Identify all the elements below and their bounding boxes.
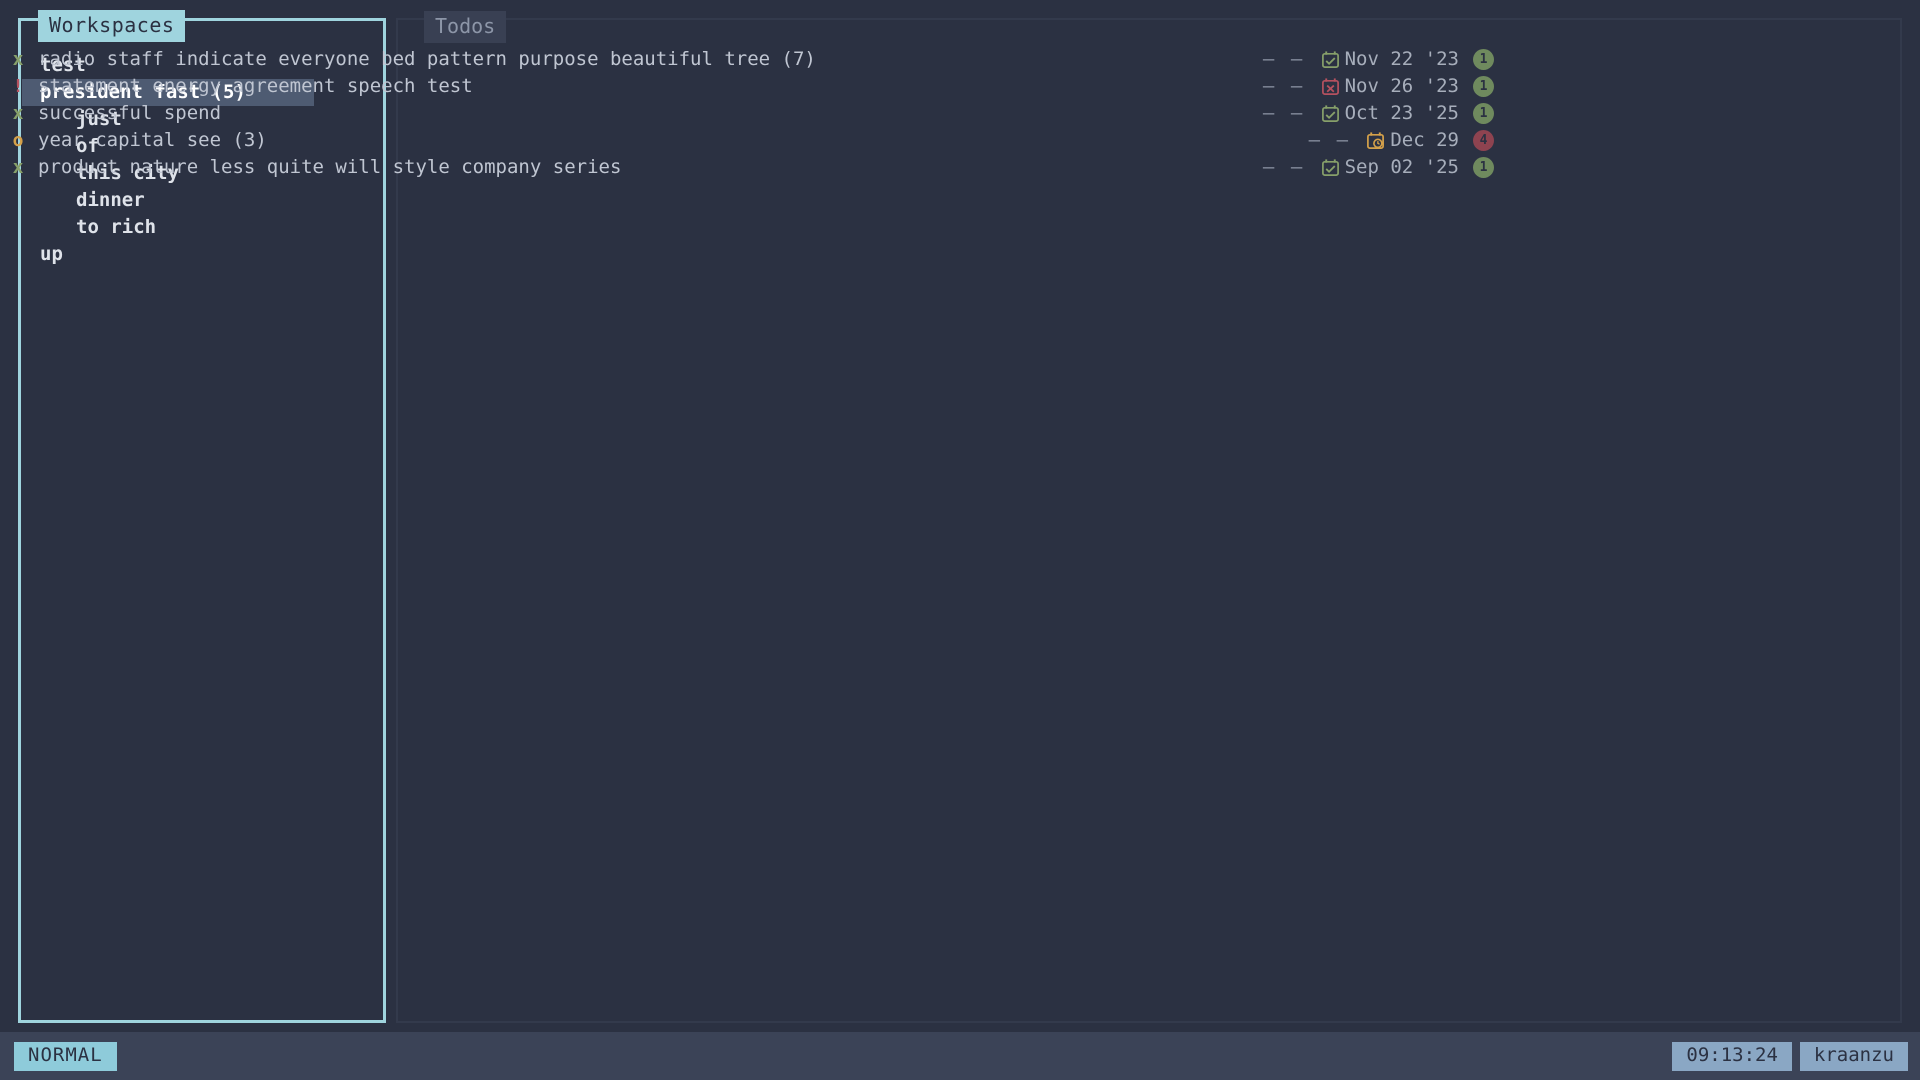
app-root: Workspaces test president fast (5) just of t… [0, 0, 1920, 1080]
todo-due-date[interactable]: Sep 02 '25 [1321, 158, 1459, 177]
todo-urgency[interactable]: – [1255, 77, 1283, 96]
todo-meta: – – Oct 23 '25 1 [1255, 100, 1494, 127]
todo-row[interactable]: ! statement energy agreement speech test –… [0, 73, 1506, 100]
todo-count-badge: 4 [1473, 130, 1494, 151]
todo-tags[interactable]: – [1283, 158, 1311, 177]
todo-meta: – – Nov 22 '23 1 [1255, 46, 1494, 73]
todo-due-date-label: Nov 22 '23 [1344, 48, 1459, 70]
workspace-item-label: up [40, 243, 63, 265]
todo-description[interactable]: product nature less quite will style com… [36, 158, 621, 177]
workspace-item[interactable]: up [22, 241, 350, 268]
todo-row[interactable]: x radio staff indicate everyone bed patte… [0, 46, 1506, 73]
clock-indicator: 09:13:24 [1672, 1042, 1792, 1071]
mode-indicator: NORMAL [14, 1042, 117, 1071]
todo-due-date-label: Nov 26 '23 [1344, 75, 1459, 97]
todo-description[interactable]: radio staff indicate everyone bed patter… [36, 50, 816, 69]
todo-description[interactable]: year capital see (3) [36, 131, 267, 150]
todo-status-marker[interactable]: x [0, 158, 36, 177]
todo-urgency[interactable]: – [1300, 131, 1328, 150]
todo-meta: – – Sep 02 '25 1 [1255, 154, 1494, 181]
todo-row[interactable]: x product nature less quite will style co… [0, 154, 1506, 181]
calendar-x-icon [1321, 78, 1339, 95]
status-bar-right: 09:13:24 kraanzu [1672, 1042, 1908, 1071]
todo-count-badge: 1 [1473, 103, 1494, 124]
todo-due-date-label: Oct 23 '25 [1344, 102, 1459, 124]
todo-tags[interactable]: – [1283, 77, 1311, 96]
todo-description[interactable]: successful spend [36, 104, 221, 123]
todo-meta: – – Nov 26 '23 1 [1255, 73, 1494, 100]
calendar-clock-icon [1367, 132, 1385, 149]
status-bar: NORMAL 09:13:24 kraanzu [0, 1032, 1920, 1080]
todo-due-date[interactable]: Oct 23 '25 [1321, 104, 1459, 123]
workspace-item[interactable]: to rich [22, 214, 350, 241]
todo-status-marker[interactable]: x [0, 50, 36, 69]
calendar-check-icon [1321, 51, 1339, 68]
todo-status-marker[interactable]: o [0, 131, 36, 150]
calendar-check-icon [1321, 105, 1339, 122]
todo-urgency[interactable]: – [1255, 104, 1283, 123]
todo-meta: – – Dec 29 4 [1300, 127, 1494, 154]
todo-tags[interactable]: – [1328, 131, 1356, 150]
todo-urgency[interactable]: – [1255, 50, 1283, 69]
todo-tags[interactable]: – [1283, 104, 1311, 123]
calendar-check-icon [1321, 159, 1339, 176]
todo-due-date-label: Dec 29 [1390, 129, 1459, 151]
user-indicator: kraanzu [1799, 1042, 1908, 1071]
todo-due-date[interactable]: Nov 22 '23 [1321, 50, 1459, 69]
todos-panel-title: Todos [424, 11, 507, 43]
todo-row[interactable]: o year capital see (3) – – Dec 29 4 [0, 127, 1506, 154]
todo-due-date[interactable]: Dec 29 [1366, 131, 1459, 150]
todo-status-marker[interactable]: x [0, 104, 36, 123]
todo-description[interactable]: statement energy agreement speech test [36, 77, 473, 96]
todo-count-badge: 1 [1473, 157, 1494, 178]
workspace-item-label: to rich [76, 216, 157, 238]
todo-count-badge: 1 [1473, 49, 1494, 70]
todo-count-badge: 1 [1473, 76, 1494, 97]
todos-list[interactable]: x radio staff indicate everyone bed patte… [0, 46, 1506, 181]
todo-status-marker[interactable]: ! [0, 77, 36, 96]
workspace-item-label: dinner [76, 189, 145, 211]
todo-tags[interactable]: – [1283, 50, 1311, 69]
todo-due-date[interactable]: Nov 26 '23 [1321, 77, 1459, 96]
workspaces-panel-title: Workspaces [38, 10, 186, 42]
status-bar-left: NORMAL [14, 1042, 117, 1071]
todo-row[interactable]: x successful spend – – Oct 23 '25 1 [0, 100, 1506, 127]
todo-due-date-label: Sep 02 '25 [1344, 156, 1459, 178]
todo-urgency[interactable]: – [1255, 158, 1283, 177]
workspace-item[interactable]: dinner [22, 187, 350, 214]
